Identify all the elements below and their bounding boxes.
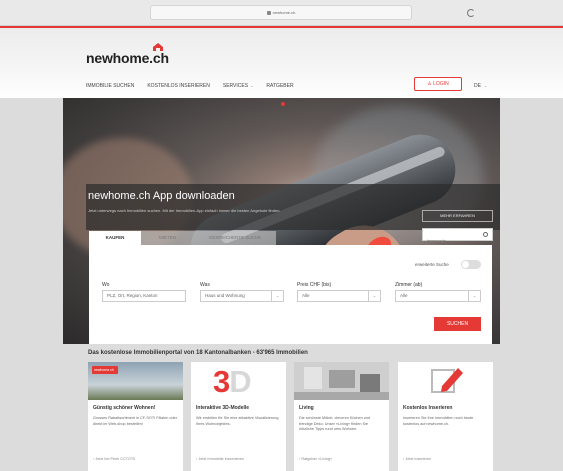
address-text: newhome.ch [272, 10, 296, 15]
price-value: Alle [302, 293, 310, 298]
site-header: newhome.ch IMMOBILIE SUCHEN KOSTENLOS IN… [0, 28, 563, 98]
price-label: Preis CHF (bis) [297, 282, 332, 288]
3d-logo: 3D [213, 364, 252, 399]
edit-icon [431, 368, 463, 393]
search-button[interactable]: SUCHEN [434, 317, 481, 331]
advanced-search-label: erweiterte Suche [415, 262, 449, 267]
page: newhome.ch newhome.ch IMMOBILIE SUCHEN K… [0, 0, 563, 471]
card-link-label: Ratgeber «Living» [301, 457, 333, 461]
lock-icon [266, 10, 271, 15]
chevron-down-icon: ⌄ [250, 83, 254, 88]
main-nav: IMMOBILIE SUCHEN KOSTENLOS INSERIEREN SE… [86, 80, 307, 92]
promo-title: newhome.ch App downloaden [88, 190, 235, 202]
card-title: Günstig schöner Wohnen! [93, 405, 156, 411]
card-title: Kostenlos Inserieren [403, 405, 453, 411]
type-select[interactable]: Haus und Wohnung ⌄ [200, 290, 284, 302]
house-logo-icon [153, 43, 163, 51]
promo-subtitle: Jetzt unterwegs nach Immobilien suchen. … [88, 208, 281, 213]
card-link[interactable]: › Jetzt bei Peek CCTOTII [93, 457, 135, 461]
card-image: newhome.ch [88, 362, 183, 400]
search-icon[interactable] [483, 232, 488, 237]
login-button[interactable]: ♙ LOGIN [414, 77, 462, 91]
card-title: Interaktive 3D-Modelle [196, 405, 250, 411]
section-title: Das kostenlose Immobilienportal von 18 K… [88, 350, 308, 356]
card-inserieren[interactable]: Kostenlos Inserieren Inserieren Sie Ihre… [398, 362, 493, 471]
card-image: 3D [191, 362, 286, 400]
login-label: LOGIN [433, 81, 449, 87]
chevron-down-icon: ⌄ [271, 291, 283, 301]
nav-item-kostenlos-inserieren[interactable]: KOSTENLOS INSERIEREN [147, 80, 210, 92]
address-bar[interactable]: newhome.ch [150, 5, 412, 20]
nav-item-label: RATGEBER [266, 83, 294, 89]
location-value: PLZ, Ort, Region, Kanton [107, 293, 158, 298]
card-link-label: Jetzt bei Peek CCTOTII [95, 457, 136, 461]
chevron-down-icon: ⌄ [368, 291, 380, 301]
card-link[interactable]: › Jetzt Immobilie inszenieren [196, 457, 244, 461]
advanced-search-toggle[interactable] [461, 260, 481, 269]
card-badge: newhome.ch [92, 366, 118, 374]
tab-kaufen[interactable]: KAUFEN [89, 231, 141, 245]
rooms-select[interactable]: Alle ⌄ [395, 290, 481, 302]
card-link[interactable]: › Ratgeber «Living» [299, 457, 332, 461]
card-link[interactable]: › Jetzt inserieren [403, 457, 431, 461]
card-link-label: Jetzt Immobilie inszenieren [198, 457, 245, 461]
nav-item-immobilie-suchen[interactable]: IMMOBILIE SUCHEN [86, 80, 134, 92]
nav-item-label: KOSTENLOS INSERIEREN [147, 83, 210, 89]
browser-toolbar: newhome.ch [0, 0, 563, 26]
type-value: Haus und Wohnung [205, 293, 245, 298]
rooms-value: Alle [400, 293, 408, 298]
card-wohnen[interactable]: newhome.ch Günstig schöner Wohnen! Gross… [88, 362, 183, 471]
tab-mieten[interactable]: MIETEN [141, 231, 194, 245]
chevron-down-icon: ⌄ [483, 83, 488, 88]
living-room-icon [294, 362, 389, 400]
type-label: Was [200, 282, 210, 288]
price-select[interactable]: Alle ⌄ [297, 290, 381, 302]
card-link-label: Jetzt inserieren [405, 457, 432, 461]
more-info-button[interactable]: MEHR ERFAHREN [422, 210, 493, 222]
rooms-label: Zimmer (ab) [395, 282, 423, 288]
nav-item-label: SERVICES [222, 83, 249, 89]
tab-gespeicherte-suche[interactable]: GESPEICHERTE SUCHE [194, 231, 276, 245]
card-title: Living [299, 405, 314, 411]
card-text: Inserieren Sie Ihre Immobilien noch heut… [403, 416, 474, 426]
chevron-down-icon: ⌄ [468, 291, 480, 301]
card-text: Wir erstellen für Sie eine attraktive Vi… [196, 416, 279, 426]
site-logo[interactable]: newhome.ch [86, 50, 169, 66]
language-label: DE [474, 83, 481, 89]
language-selector[interactable]: DE ⌄ [474, 80, 487, 92]
card-image [398, 362, 493, 400]
card-text: Die schönste Möbel, cleveren Küchen und … [299, 416, 371, 431]
card-living[interactable]: Living Die schönste Möbel, cleveren Küch… [294, 362, 389, 471]
nav-item-ratgeber[interactable]: RATGEBER [266, 80, 293, 92]
nav-item-services[interactable]: SERVICES ⌄ [223, 80, 254, 92]
immocode-search [422, 228, 493, 246]
card-3d-modelle[interactable]: 3D Interaktive 3D-Modelle Wir erstellen … [191, 362, 286, 471]
reload-icon[interactable] [467, 9, 475, 17]
location-input[interactable]: PLZ, Ort, Region, Kanton [102, 290, 186, 302]
nav-item-label: IMMOBILIE SUCHEN [86, 83, 135, 89]
card-text: Grosses Rabattsortiment in CF-SOTI Filia… [93, 416, 177, 426]
card-image [294, 362, 389, 400]
location-label: Wo [102, 282, 110, 288]
carousel-indicator[interactable] [281, 102, 285, 106]
